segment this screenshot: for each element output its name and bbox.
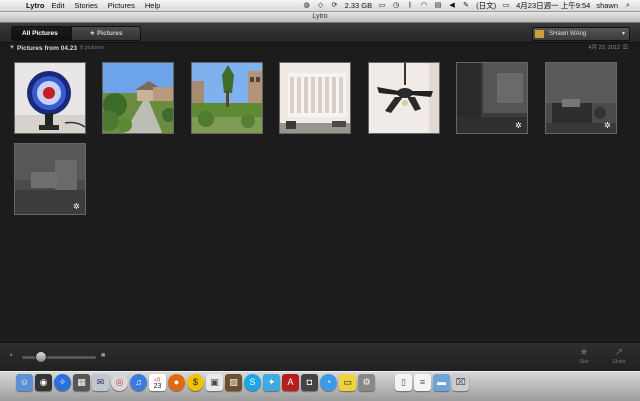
backyard-image bbox=[192, 63, 262, 133]
twitter-icon[interactable]: ✦ bbox=[263, 374, 280, 391]
processing-spinner-icon: ✲ bbox=[73, 202, 80, 211]
disclosure-triangle-icon[interactable]: ▼ bbox=[9, 43, 15, 54]
share-icon: ↗ bbox=[614, 347, 624, 358]
ceiling-fan-image bbox=[369, 63, 439, 133]
tab-all-pictures[interactable]: All Pictures bbox=[11, 26, 71, 41]
group-date: 4月 23, 2012 bbox=[588, 45, 621, 51]
camera-icon[interactable]: ◘ bbox=[301, 374, 318, 391]
input-method-label[interactable]: (日文) bbox=[476, 0, 496, 11]
safari-icon[interactable]: ✧ bbox=[54, 374, 71, 391]
dock-icons: ☺ ◉ ✧ ▦ ✉ ◎ ♫ 4月 23 ● $ ▣ ▨ S ✦ A ◘ ◔ ▭ … bbox=[16, 374, 469, 391]
menu-edit[interactable]: Edit bbox=[51, 0, 64, 11]
thumbnail-suburban-street[interactable] bbox=[102, 62, 174, 134]
dropbox-icon[interactable]: ◇ bbox=[317, 2, 325, 9]
zoom-slider[interactable] bbox=[22, 356, 96, 359]
folder-icon[interactable]: ▬ bbox=[433, 374, 450, 391]
finder-icon[interactable]: ☺ bbox=[16, 374, 33, 391]
zoom-slider-knob[interactable] bbox=[34, 351, 47, 363]
window-title-bar: Lytro bbox=[0, 12, 640, 23]
share-button[interactable]: ↗ Share bbox=[609, 347, 629, 365]
menu-bar: Lytro Edit Stories Pictures Help ◍ ◇ ⟳ 2… bbox=[0, 0, 640, 12]
user-menu[interactable]: shawn bbox=[596, 0, 618, 11]
menu-help[interactable]: Help bbox=[145, 0, 160, 11]
chevron-down-icon: ▾ bbox=[621, 31, 625, 37]
status-area: ◍ ◇ ⟳ 2.33 GB ▭ ◷ ᛒ ◠ ▤ ◀ ✎ (日文) ▭ 4月23日… bbox=[303, 0, 640, 11]
flag-icon[interactable]: ▤ bbox=[434, 2, 442, 9]
bluetooth-icon[interactable]: ᛒ bbox=[406, 2, 414, 9]
user-avatar bbox=[535, 30, 544, 38]
small-thumbnail-icon: ▪ bbox=[10, 352, 13, 359]
trash-icon[interactable]: ⌧ bbox=[452, 374, 469, 391]
toolbar: All Pictures ★ Pictures SHawn WAng ▾ bbox=[0, 23, 640, 43]
mail-icon[interactable]: ✉ bbox=[92, 374, 109, 391]
star-button[interactable]: ★ Star bbox=[574, 347, 594, 365]
calendar-icon[interactable]: 4月 23 bbox=[149, 374, 166, 391]
monitor-icon[interactable]: ▭ bbox=[378, 2, 386, 9]
document-icon[interactable]: ▯ bbox=[395, 374, 412, 391]
thumbnail-dark-room-2[interactable]: ✲ bbox=[545, 62, 617, 134]
thumbnail-dark-room-1[interactable]: ✲ bbox=[456, 62, 528, 134]
star-label: Star bbox=[579, 359, 589, 365]
thumbnail-fan-on-desk[interactable] bbox=[14, 62, 86, 134]
mission-control-icon[interactable]: ▦ bbox=[73, 374, 90, 391]
evernote-icon[interactable]: ◍ bbox=[303, 2, 311, 9]
thumbnail-dark-desk[interactable]: ✲ bbox=[14, 143, 86, 215]
photo-icon[interactable]: ▨ bbox=[225, 374, 242, 391]
picture-group-header: ▼ Pictures from 04.23 8 pictures 4月 23, … bbox=[0, 43, 640, 54]
bottom-bar: ▪ ■ ★ Star ↗ Share bbox=[0, 342, 640, 372]
list-icon[interactable]: ≡ bbox=[414, 374, 431, 391]
messages-icon[interactable]: ◔ bbox=[320, 374, 337, 391]
calendar-day: 23 bbox=[153, 382, 162, 390]
dock: ☺ ◉ ✧ ▦ ✉ ◎ ♫ 4月 23 ● $ ▣ ▨ S ✦ A ◘ ◔ ▭ … bbox=[0, 371, 640, 401]
input-source-icon[interactable]: ✎ bbox=[462, 2, 470, 9]
thumbnail-backyard-tree[interactable] bbox=[191, 62, 263, 134]
itunes-icon[interactable]: ♫ bbox=[130, 374, 147, 391]
tab-starred-pictures[interactable]: ★ Pictures bbox=[71, 26, 141, 41]
processing-spinner-icon: ✲ bbox=[515, 121, 522, 130]
acrobat-icon[interactable]: A bbox=[282, 374, 299, 391]
menu-stories[interactable]: Stories bbox=[74, 0, 97, 11]
storage-readout: 2.33 GB bbox=[344, 1, 373, 10]
skype-icon[interactable]: S bbox=[244, 374, 261, 391]
list-menu-icon[interactable]: ☰ bbox=[623, 43, 628, 54]
stickies-icon[interactable]: ▭ bbox=[339, 374, 356, 391]
wifi-icon[interactable]: ◠ bbox=[420, 2, 428, 9]
system-prefs-icon[interactable]: ⚙ bbox=[358, 374, 375, 391]
calendar-month: 4月 bbox=[154, 376, 161, 382]
clock[interactable]: 4月23日週一 上午9:54 bbox=[516, 0, 590, 11]
chrome-icon[interactable]: ◎ bbox=[111, 374, 128, 391]
blinds-image bbox=[280, 63, 350, 133]
money-icon[interactable]: $ bbox=[187, 374, 204, 391]
battery-icon[interactable]: ▭ bbox=[502, 2, 510, 9]
group-count: 8 pictures bbox=[80, 45, 104, 51]
dashboard-icon[interactable]: ◉ bbox=[35, 374, 52, 391]
picture-filter-segmented-control: All Pictures ★ Pictures bbox=[11, 26, 141, 41]
share-label: Share bbox=[612, 359, 626, 365]
menu-pictures[interactable]: Pictures bbox=[108, 0, 135, 11]
app-menu[interactable]: Lytro bbox=[26, 0, 44, 11]
volume-icon[interactable]: ◀ bbox=[448, 2, 456, 9]
window-title: Lytro bbox=[312, 13, 328, 20]
street-image bbox=[103, 63, 173, 133]
user-selector[interactable]: SHawn WAng ▾ bbox=[532, 27, 630, 41]
star-icon: ★ bbox=[579, 347, 589, 358]
thumbnail-ceiling-fan[interactable] bbox=[368, 62, 440, 134]
group-title: Pictures from 04.23 bbox=[17, 45, 77, 52]
spotlight-icon[interactable]: ⌕ bbox=[624, 2, 632, 9]
basketball-icon[interactable]: ● bbox=[168, 374, 185, 391]
preview-icon[interactable]: ▣ bbox=[206, 374, 223, 391]
processing-spinner-icon: ✲ bbox=[604, 121, 611, 130]
sync-icon[interactable]: ⟳ bbox=[331, 2, 339, 9]
user-name: SHawn WAng bbox=[549, 31, 587, 37]
large-thumbnail-icon: ■ bbox=[101, 352, 106, 359]
fan-image bbox=[15, 63, 85, 133]
thumbnail-window-blinds-room[interactable] bbox=[279, 62, 351, 134]
time-machine-icon[interactable]: ◷ bbox=[392, 2, 400, 9]
